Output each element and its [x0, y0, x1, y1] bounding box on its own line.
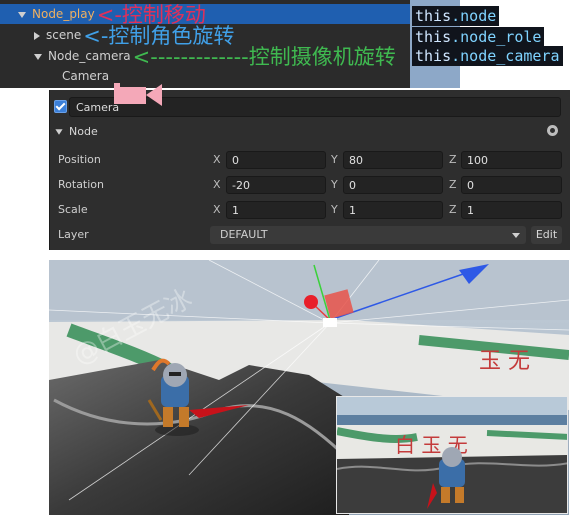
axis-x-label: X	[213, 178, 221, 191]
tree-item-label: Node_play	[32, 7, 95, 21]
triangle-down-icon[interactable]	[55, 129, 63, 135]
position-label: Position	[58, 153, 101, 166]
scale-z-input[interactable]: 1	[461, 201, 562, 219]
node-component-header[interactable]: Node	[50, 122, 570, 142]
rotation-x-input[interactable]: -20	[226, 176, 326, 194]
code-label-node: this.node	[412, 6, 500, 26]
position-y-input[interactable]: 80	[343, 151, 443, 169]
scale-y-input[interactable]: 1	[343, 201, 443, 219]
tree-item-node-camera[interactable]: Node_camera<-------------控制摄像机旋转	[0, 44, 396, 69]
tree-item-camera[interactable]: Camera	[0, 66, 109, 86]
triangle-down-icon[interactable]	[34, 53, 42, 60]
tree-item-label: Camera	[62, 69, 110, 83]
code-label-node-role: this.node_role	[412, 27, 545, 47]
layer-select[interactable]: DEFAULT	[210, 226, 526, 244]
edit-layer-button[interactable]: Edit	[531, 226, 562, 244]
tree-item-node-play[interactable]: Node_play<-控制移动	[0, 2, 410, 27]
rotation-label: Rotation	[58, 178, 105, 191]
code-labels: this.node this.node_role this.node_camer…	[410, 0, 571, 88]
axis-x-label: X	[213, 153, 221, 166]
annotation-rotate-camera: <-------------控制摄像机旋转	[132, 44, 396, 69]
scene-view[interactable]: 玉 无 @白玉无冰 白 玉 无	[49, 260, 569, 515]
annotation-move: <-控制移动	[96, 2, 206, 27]
rotation-z-input[interactable]: 0	[461, 176, 562, 194]
position-z-input[interactable]: 100	[461, 151, 562, 169]
inspector-panel: Camera Node Position X 0 Y 80 Z 100 Rota…	[49, 90, 570, 250]
svg-text:玉 无: 玉 无	[479, 349, 530, 374]
scale-label: Scale	[58, 203, 88, 216]
position-x-input[interactable]: 0	[226, 151, 326, 169]
tree-item-label: scene	[46, 28, 82, 42]
triangle-right-icon[interactable]	[34, 31, 40, 40]
camera-icon	[114, 83, 162, 106]
code-label-node-camera: this.node_camera	[412, 46, 563, 66]
camera-preview: 白 玉 无	[336, 396, 568, 514]
preview-render: 白 玉 无	[337, 397, 567, 513]
active-checkbox[interactable]	[54, 100, 67, 113]
annotation-rotate-role: <-控制角色旋转	[83, 23, 235, 48]
layer-value: DEFAULT	[220, 228, 268, 241]
rotation-y-input[interactable]: 0	[343, 176, 443, 194]
hierarchy-panel: Node_play<-控制移动 scene<-控制角色旋转 Node_camer…	[0, 0, 410, 88]
axis-z-label: Z	[449, 153, 457, 166]
layer-label: Layer	[58, 228, 89, 241]
axis-y-label: Y	[331, 203, 338, 216]
triangle-down-icon[interactable]	[18, 11, 26, 18]
component-title: Node	[69, 125, 98, 138]
axis-y-label: Y	[331, 178, 338, 191]
tree-item-scene[interactable]: scene<-控制角色旋转	[0, 23, 235, 48]
axis-z-label: Z	[449, 203, 457, 216]
gear-icon[interactable]	[547, 125, 558, 136]
scale-x-input[interactable]: 1	[226, 201, 326, 219]
axis-z-label: Z	[449, 178, 457, 191]
axis-x-label: X	[213, 203, 221, 216]
tree-item-label: Node_camera	[48, 49, 131, 63]
dropdown-arrow-icon	[512, 233, 520, 238]
axis-y-label: Y	[331, 153, 338, 166]
